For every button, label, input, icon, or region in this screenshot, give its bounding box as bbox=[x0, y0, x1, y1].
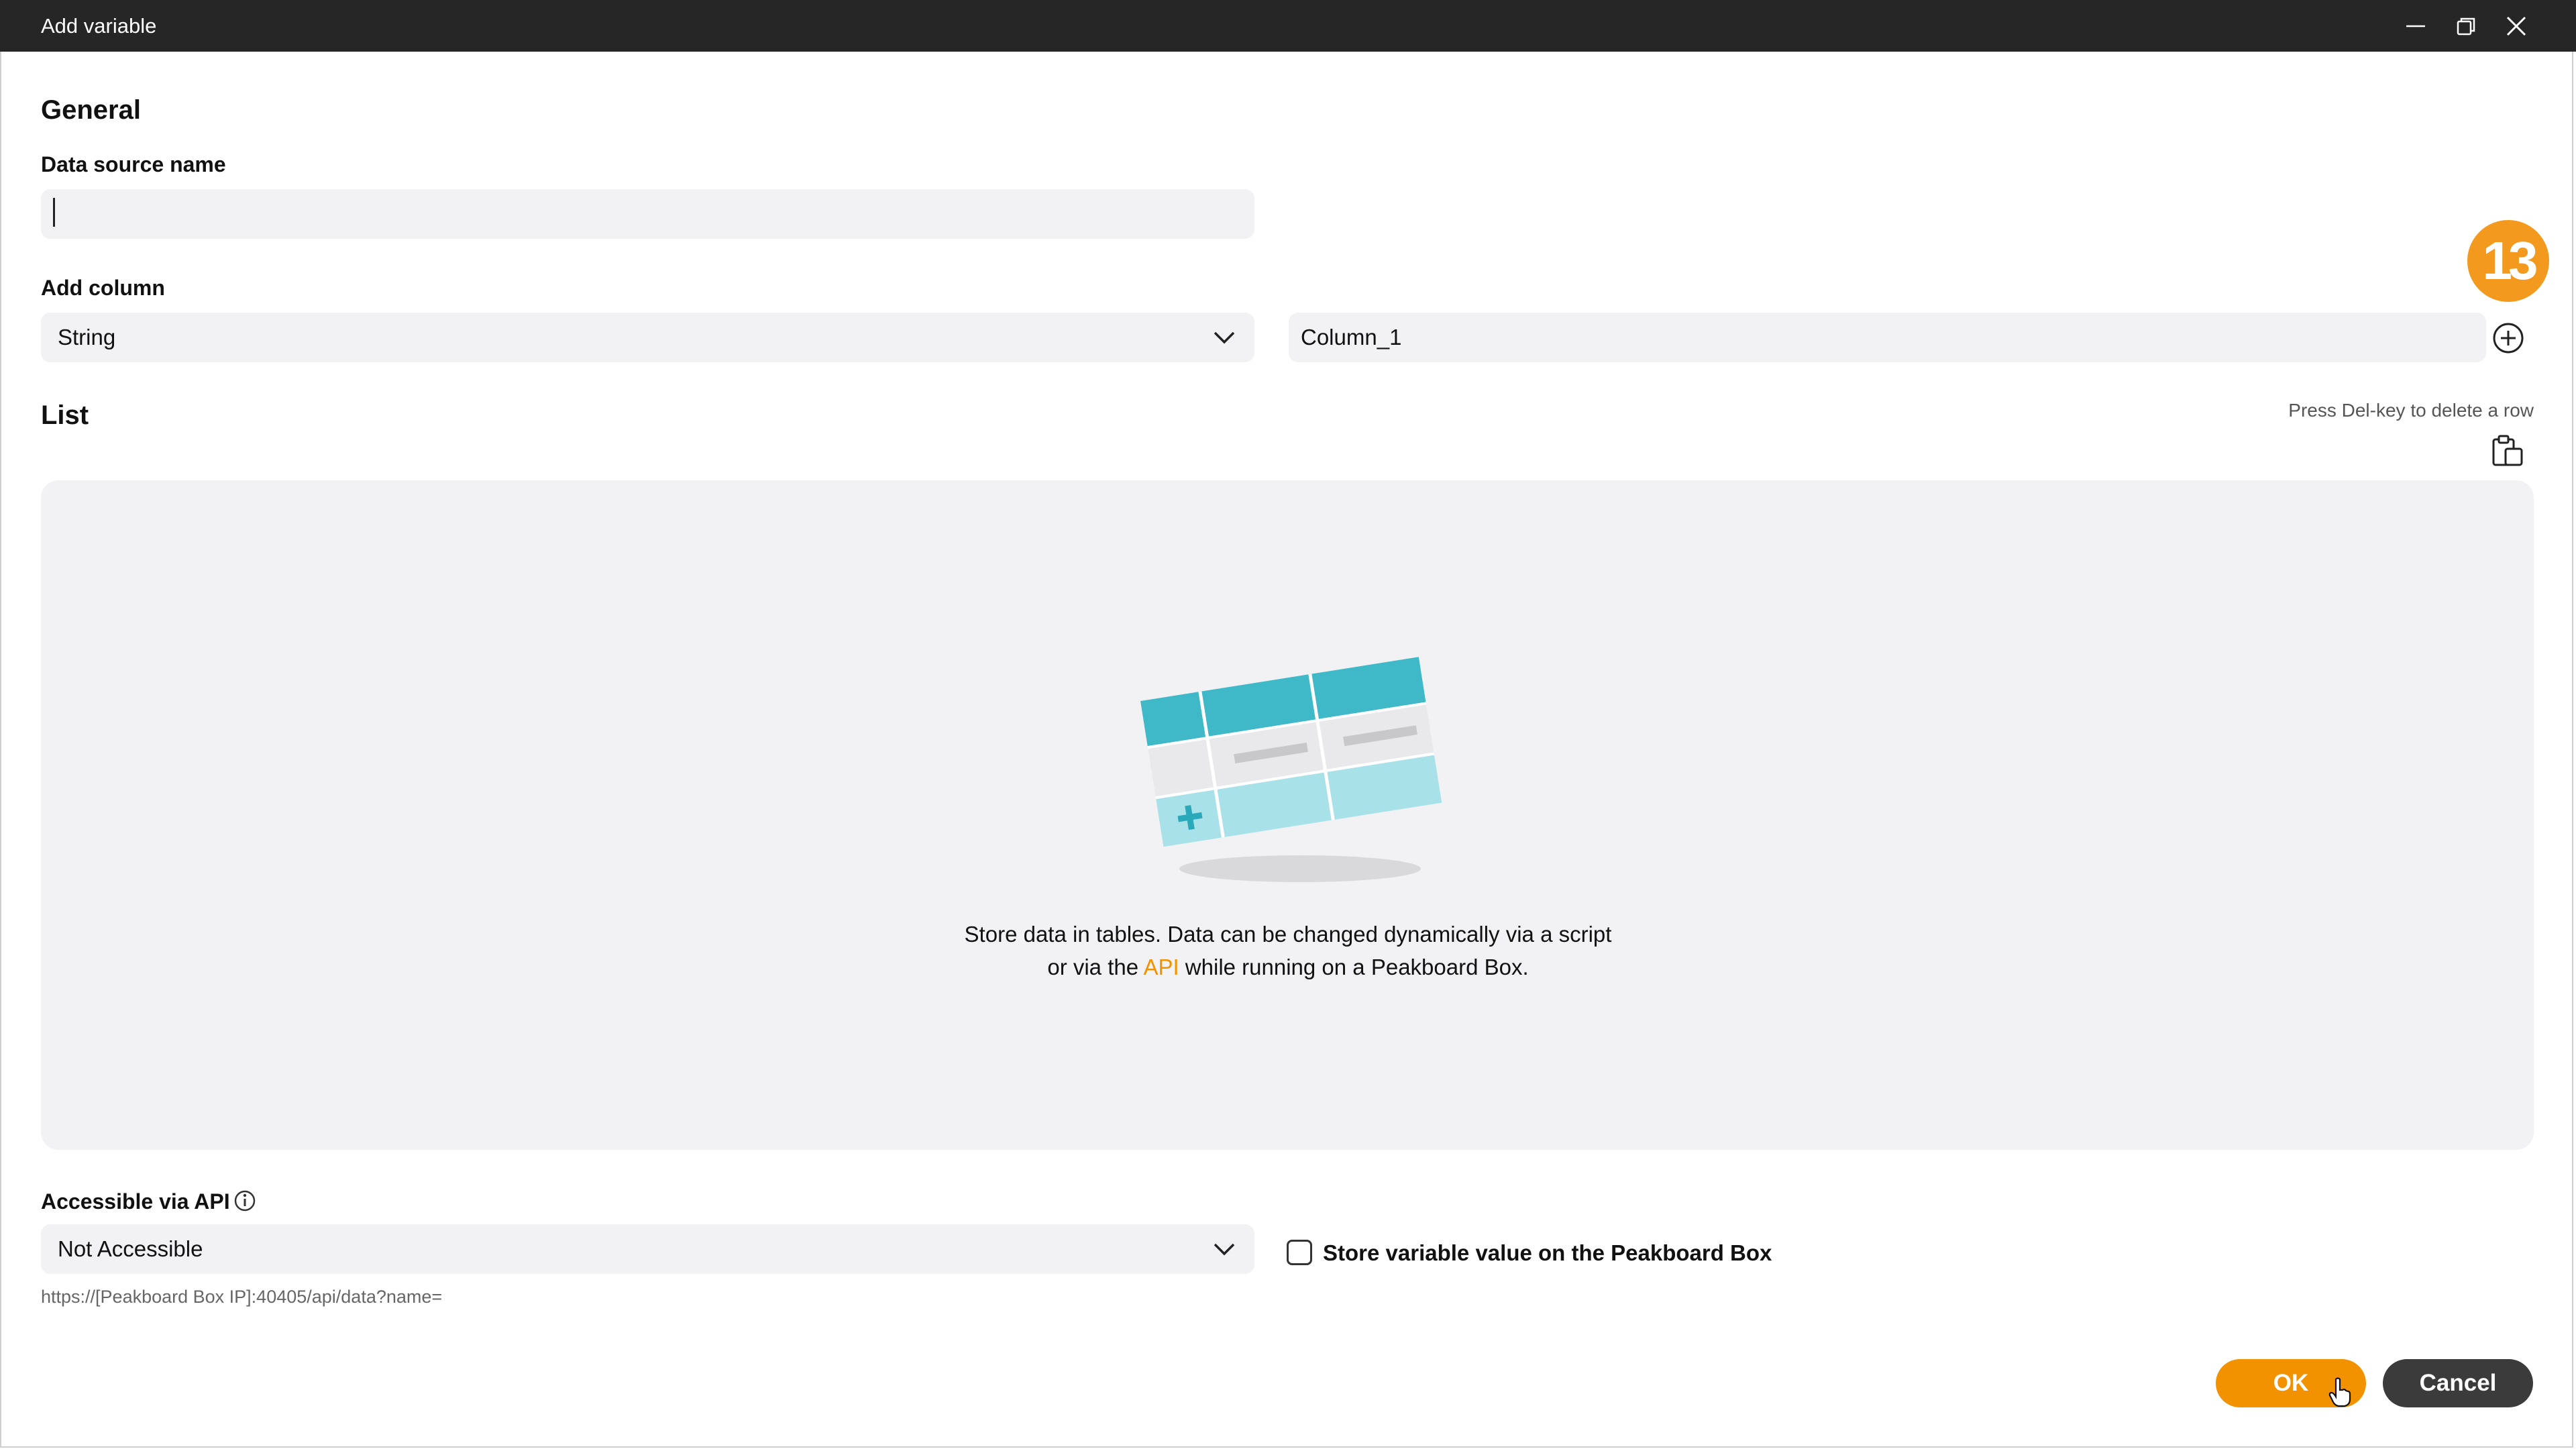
data-source-name-label: Data source name bbox=[41, 152, 226, 176]
list-heading: List bbox=[41, 400, 89, 430]
restore-icon bbox=[2457, 17, 2475, 35]
api-access-select[interactable]: Not Accessible bbox=[41, 1224, 1254, 1274]
api-url-text: https://[Peakboard Box IP]:40405/api/dat… bbox=[41, 1287, 443, 1307]
api-link[interactable]: API bbox=[1143, 955, 1179, 979]
chevron-down-icon bbox=[1214, 331, 1235, 344]
data-source-name-input[interactable] bbox=[41, 189, 1254, 239]
title-bar bbox=[0, 0, 2576, 52]
general-heading: General bbox=[41, 95, 141, 125]
empty-state-line1: Store data in tables. Data can be change… bbox=[964, 922, 1612, 947]
step-badge: 13 bbox=[2467, 220, 2549, 302]
minimize-button[interactable] bbox=[2390, 0, 2441, 52]
empty-state-text: Store data in tables. Data can be change… bbox=[872, 918, 1704, 983]
store-on-box-checkbox[interactable] bbox=[1287, 1240, 1312, 1265]
window-title: Add variable bbox=[41, 14, 157, 38]
add-circle-icon[interactable] bbox=[2492, 322, 2524, 354]
store-on-box-label[interactable]: Store variable value on the Peakboard Bo… bbox=[1323, 1240, 1772, 1267]
close-window-button[interactable] bbox=[2491, 0, 2542, 52]
minimize-icon bbox=[2406, 25, 2425, 27]
column-type-select[interactable]: String bbox=[41, 313, 1254, 362]
close-icon bbox=[2506, 16, 2526, 36]
text-caret bbox=[53, 198, 55, 227]
cursor-hand-icon bbox=[2328, 1377, 2351, 1407]
cancel-button[interactable]: Cancel bbox=[2383, 1359, 2533, 1407]
empty-state-line2: or via the API while running on a Peakbo… bbox=[1047, 955, 1529, 979]
table-illustration bbox=[1140, 657, 1442, 882]
restore-button[interactable] bbox=[2440, 0, 2491, 52]
column-name-input[interactable]: Column_1 bbox=[1289, 313, 2486, 362]
add-column-label: Add column bbox=[41, 276, 165, 300]
accessible-via-api-label: Accessible via API bbox=[41, 1189, 230, 1214]
paste-icon[interactable] bbox=[2491, 434, 2524, 468]
delete-row-hint: Press Del-key to delete a row bbox=[2288, 400, 2534, 421]
chevron-down-icon bbox=[1214, 1243, 1235, 1256]
info-icon[interactable] bbox=[233, 1189, 256, 1212]
